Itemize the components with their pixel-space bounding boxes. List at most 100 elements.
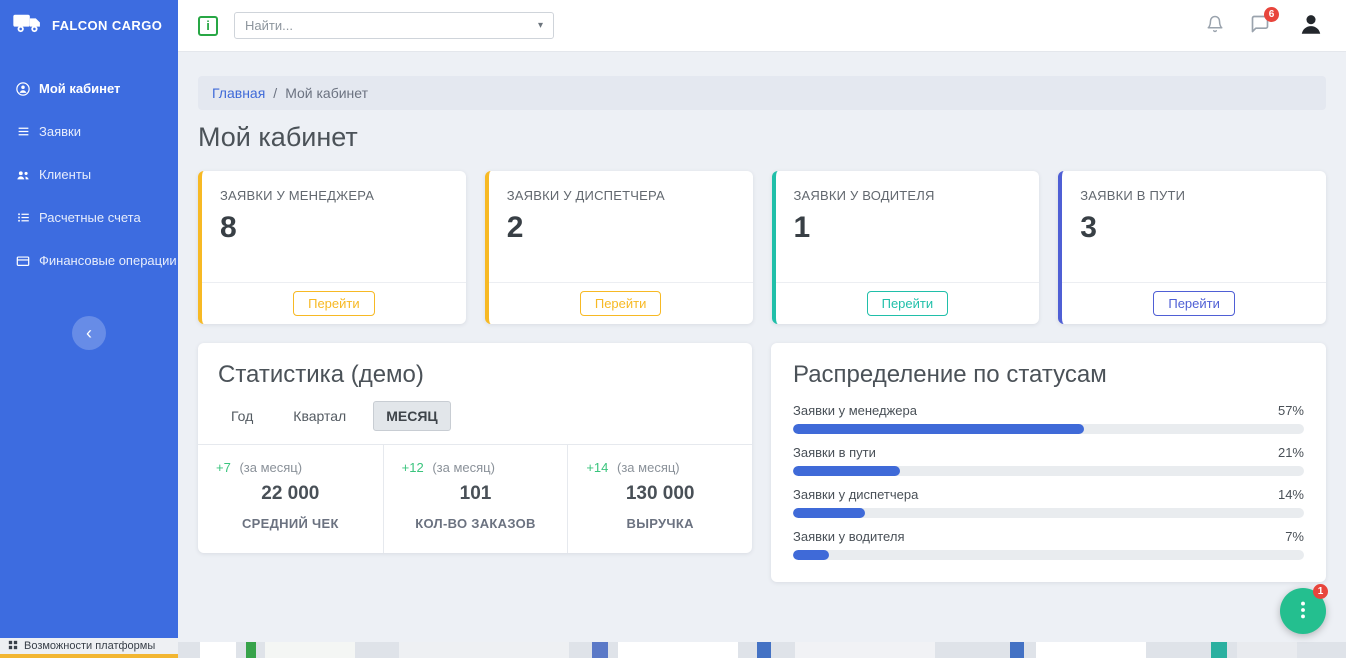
sidebar-item-requests[interactable]: Заявки — [0, 110, 178, 153]
sidebar: FALCON CARGO Мой кабинет Заявки Клиенты — [0, 0, 178, 658]
metric-average-check: +7 (за месяц) 22 000 СРЕДНИЙ ЧЕК — [198, 445, 383, 553]
notifications-button[interactable] — [1206, 15, 1224, 36]
sidebar-item-label: Заявки — [39, 124, 81, 139]
breadcrumb: Главная / Мой кабинет — [198, 76, 1326, 110]
progress-track — [793, 424, 1304, 434]
metric-period: (за месяц) — [239, 460, 302, 475]
metric-label: ВЫРУЧКА — [586, 516, 734, 531]
stat-card-driver: ЗАЯВКИ У ВОДИТЕЛЯ 1 Перейти — [772, 171, 1040, 324]
metric-value: 22 000 — [216, 483, 365, 505]
sidebar-nav: Мой кабинет Заявки Клиенты Расчетные сче… — [0, 67, 178, 282]
info-glyph: i — [206, 18, 210, 33]
metric-value: 130 000 — [586, 483, 734, 505]
go-button[interactable]: Перейти — [1153, 291, 1235, 316]
stat-card-body: ЗАЯВКИ У ВОДИТЕЛЯ 1 — [776, 171, 1040, 282]
sidebar-collapse-button[interactable]: ‹ — [72, 316, 106, 350]
distribution-row-head: Заявки у менеджера 57% — [793, 403, 1304, 418]
sidebar-item-cabinet[interactable]: Мой кабинет — [0, 67, 178, 110]
stat-cards-row: ЗАЯВКИ У МЕНЕДЖЕРА 8 Перейти ЗАЯВКИ У ДИ… — [198, 171, 1326, 324]
topbar-right: 6 — [1206, 11, 1326, 41]
main-area: i Найти... ▾ 6 — [178, 0, 1346, 658]
person-icon — [1298, 11, 1324, 40]
info-icon[interactable]: i — [198, 16, 218, 36]
sidebar-item-accounts[interactable]: Расчетные счета — [0, 196, 178, 239]
metric-label: СРЕДНИЙ ЧЕК — [216, 516, 365, 531]
tab-quarter[interactable]: Квартал — [280, 401, 359, 431]
go-button[interactable]: Перейти — [580, 291, 662, 316]
background-window-fragment — [592, 642, 608, 658]
distribution-percent: 7% — [1285, 529, 1304, 544]
tab-year[interactable]: Год — [218, 401, 266, 431]
statistics-panel: Статистика (демо) Год Квартал МЕСЯЦ +7 (… — [198, 343, 752, 553]
brand[interactable]: FALCON CARGO — [0, 0, 178, 53]
messages-button[interactable]: 6 — [1250, 14, 1270, 37]
background-window-fragment — [757, 642, 771, 658]
people-icon — [16, 168, 30, 182]
distribution-label: Заявки у диспетчера — [793, 487, 918, 502]
statistics-title: Статистика (демо) — [198, 343, 752, 389]
stat-card-label: ЗАЯВКИ У МЕНЕДЖЕРА — [220, 188, 448, 203]
metric-label: КОЛ-ВО ЗАКАЗОВ — [402, 516, 550, 531]
breadcrumb-current: Мой кабинет — [285, 85, 368, 101]
app-window: FALCON CARGO Мой кабинет Заявки Клиенты — [0, 0, 1346, 658]
metric-delta: +12 — [402, 460, 424, 475]
breadcrumb-home-link[interactable]: Главная — [212, 85, 265, 101]
progress-track — [793, 466, 1304, 476]
stat-card-body: ЗАЯВКИ У МЕНЕДЖЕРА 8 — [202, 171, 466, 282]
brand-name: FALCON CARGO — [52, 18, 162, 33]
stat-card-dispatcher: ЗАЯВКИ У ДИСПЕТЧЕРА 2 Перейти — [485, 171, 753, 324]
stat-card-in-transit: ЗАЯВКИ В ПУТИ 3 Перейти — [1058, 171, 1326, 324]
distribution-label: Заявки в пути — [793, 445, 876, 460]
sidebar-item-clients[interactable]: Клиенты — [0, 153, 178, 196]
metrics-grid: +7 (за месяц) 22 000 СРЕДНИЙ ЧЕК +12 (за… — [198, 444, 752, 553]
progress-fill — [793, 508, 865, 518]
distribution-row: Заявки в пути 21% — [793, 445, 1304, 476]
messages-badge: 6 — [1264, 7, 1279, 22]
tab-month[interactable]: МЕСЯЦ — [373, 401, 450, 431]
distribution-row-head: Заявки в пути 21% — [793, 445, 1304, 460]
stat-card-label: ЗАЯВКИ У ВОДИТЕЛЯ — [794, 188, 1022, 203]
progress-track — [793, 550, 1304, 560]
search-placeholder: Найти... — [245, 18, 538, 33]
stat-card-value: 3 — [1080, 211, 1308, 245]
table-list-icon — [16, 211, 30, 225]
chat-widget-button[interactable]: 1 — [1280, 588, 1326, 634]
distribution-row: Заявки у менеджера 57% — [793, 403, 1304, 434]
background-window-fragment — [399, 642, 569, 658]
metric-period: (за месяц) — [432, 460, 495, 475]
distribution-percent: 57% — [1278, 403, 1304, 418]
background-window-fragment — [265, 642, 355, 658]
stat-card-value: 2 — [507, 211, 735, 245]
progress-track — [793, 508, 1304, 518]
stat-card-label: ЗАЯВКИ У ДИСПЕТЧЕРА — [507, 188, 735, 203]
search-input[interactable]: Найти... ▾ — [234, 12, 554, 39]
go-button[interactable]: Перейти — [867, 291, 949, 316]
sidebar-item-finance[interactable]: Финансовые операции — [0, 239, 178, 282]
background-window-fragment — [618, 642, 738, 658]
chevron-down-icon: ▾ — [538, 20, 543, 31]
sidebar-item-label: Расчетные счета — [39, 210, 141, 225]
background-window-fragment — [1036, 642, 1146, 658]
status-distribution-panel: Распределение по статусам Заявки у менед… — [771, 343, 1326, 582]
metric-order-count: +12 (за месяц) 101 КОЛ-ВО ЗАКАЗОВ — [383, 445, 568, 553]
stat-card-footer: Перейти — [1062, 282, 1326, 324]
go-button[interactable]: Перейти — [293, 291, 375, 316]
bottom-row: Статистика (демо) Год Квартал МЕСЯЦ +7 (… — [198, 343, 1326, 582]
progress-fill — [793, 424, 1084, 434]
distribution-row: Заявки у диспетчера 14% — [793, 487, 1304, 518]
background-window-fragment — [1237, 642, 1297, 658]
sidebar-item-label: Мой кабинет — [39, 81, 120, 96]
sidebar-accent-bar — [0, 654, 178, 658]
stat-card-manager: ЗАЯВКИ У МЕНЕДЖЕРА 8 Перейти — [198, 171, 466, 324]
distribution-row: Заявки у водителя 7% — [793, 529, 1304, 560]
metric-delta-row: +7 (за месяц) — [216, 460, 365, 475]
chevron-left-icon: ‹ — [86, 318, 92, 348]
distribution-label: Заявки у водителя — [793, 529, 904, 544]
truck-logo-icon — [12, 12, 44, 39]
user-avatar[interactable] — [1296, 11, 1326, 41]
progress-fill — [793, 550, 829, 560]
platform-features-link[interactable]: Возможности платформы — [0, 638, 178, 654]
background-window-strip — [178, 642, 1346, 658]
distribution-label: Заявки у менеджера — [793, 403, 917, 418]
chat-badge: 1 — [1313, 584, 1328, 599]
